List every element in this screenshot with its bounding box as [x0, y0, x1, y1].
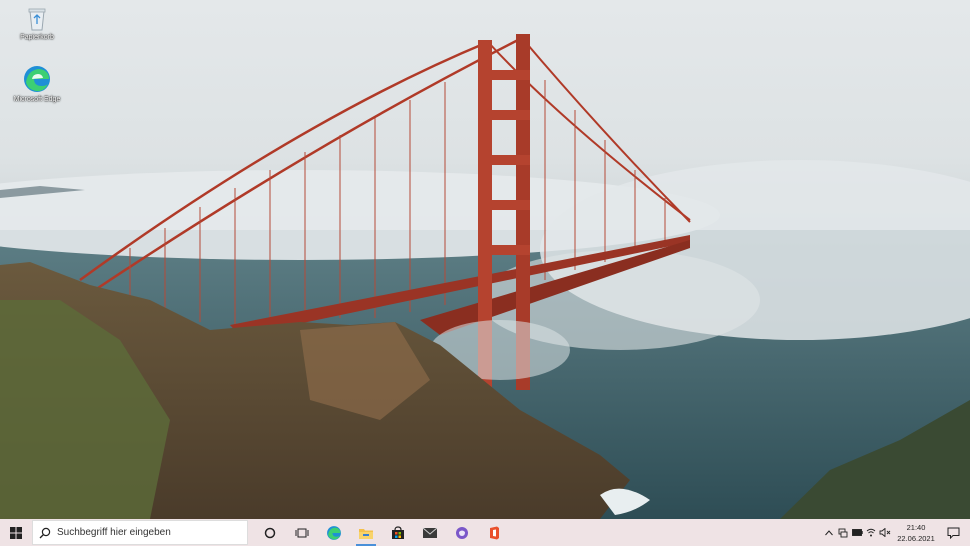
volume-muted-icon: [879, 528, 891, 537]
file-explorer-icon: [359, 528, 373, 539]
mail-button[interactable]: [414, 519, 446, 546]
office-icon: [490, 526, 499, 539]
app-icon: [456, 526, 468, 539]
taskbar: Suchbegriff hier eingeben 21:40 22.06.20…: [0, 519, 970, 546]
windows-start-icon: [10, 526, 22, 539]
clock[interactable]: 21:40 22.06.2021: [896, 522, 936, 544]
edge-icon: [24, 66, 50, 92]
wallpaper: [0, 34, 970, 519]
battery-icon: [851, 529, 863, 536]
search-icon: [39, 527, 51, 538]
app-button[interactable]: [446, 519, 478, 546]
chevron-up-icon: [825, 529, 833, 535]
wifi-button[interactable]: [864, 519, 878, 546]
clock-time: 21:40: [906, 522, 926, 532]
network-button[interactable]: [836, 519, 850, 546]
store-button[interactable]: [382, 519, 414, 546]
file-explorer-button[interactable]: [350, 519, 382, 546]
search-input[interactable]: Suchbegriff hier eingeben: [32, 520, 248, 545]
system-tray: 21:40 22.06.2021: [822, 519, 970, 546]
recycle-bin-icon: [28, 8, 46, 31]
mail-icon: [422, 527, 438, 538]
taskbar-edge-button[interactable]: [318, 519, 350, 546]
battery-button[interactable]: [850, 519, 864, 546]
task-view-icon: [295, 528, 309, 537]
start-button[interactable]: [0, 519, 32, 546]
wifi-icon: [866, 528, 876, 537]
store-icon: [392, 525, 404, 539]
action-center-button[interactable]: [936, 519, 970, 546]
desktop-icon-label: Microsoft Edge: [13, 96, 61, 103]
desktop-icon-recycle-bin[interactable]: Papierkorb: [5, 4, 69, 41]
network-icon: [838, 528, 848, 537]
search-placeholder: Suchbegriff hier eingeben: [57, 527, 171, 538]
cortana-button[interactable]: [254, 519, 286, 546]
edge-icon: [327, 525, 341, 540]
volume-button[interactable]: [878, 519, 892, 546]
office-button[interactable]: [478, 519, 510, 546]
clock-date: 22.06.2021: [897, 533, 935, 543]
notification-icon: [947, 527, 959, 539]
desktop-icon-label: Papierkorb: [20, 34, 54, 41]
show-hidden-icons-button[interactable]: [822, 519, 836, 546]
task-view-button[interactable]: [286, 519, 318, 546]
cortana-icon: [264, 527, 276, 538]
desktop-icon-edge[interactable]: Microsoft Edge: [5, 64, 69, 103]
desktop: Papierkorb Microsoft Edge: [0, 0, 970, 519]
